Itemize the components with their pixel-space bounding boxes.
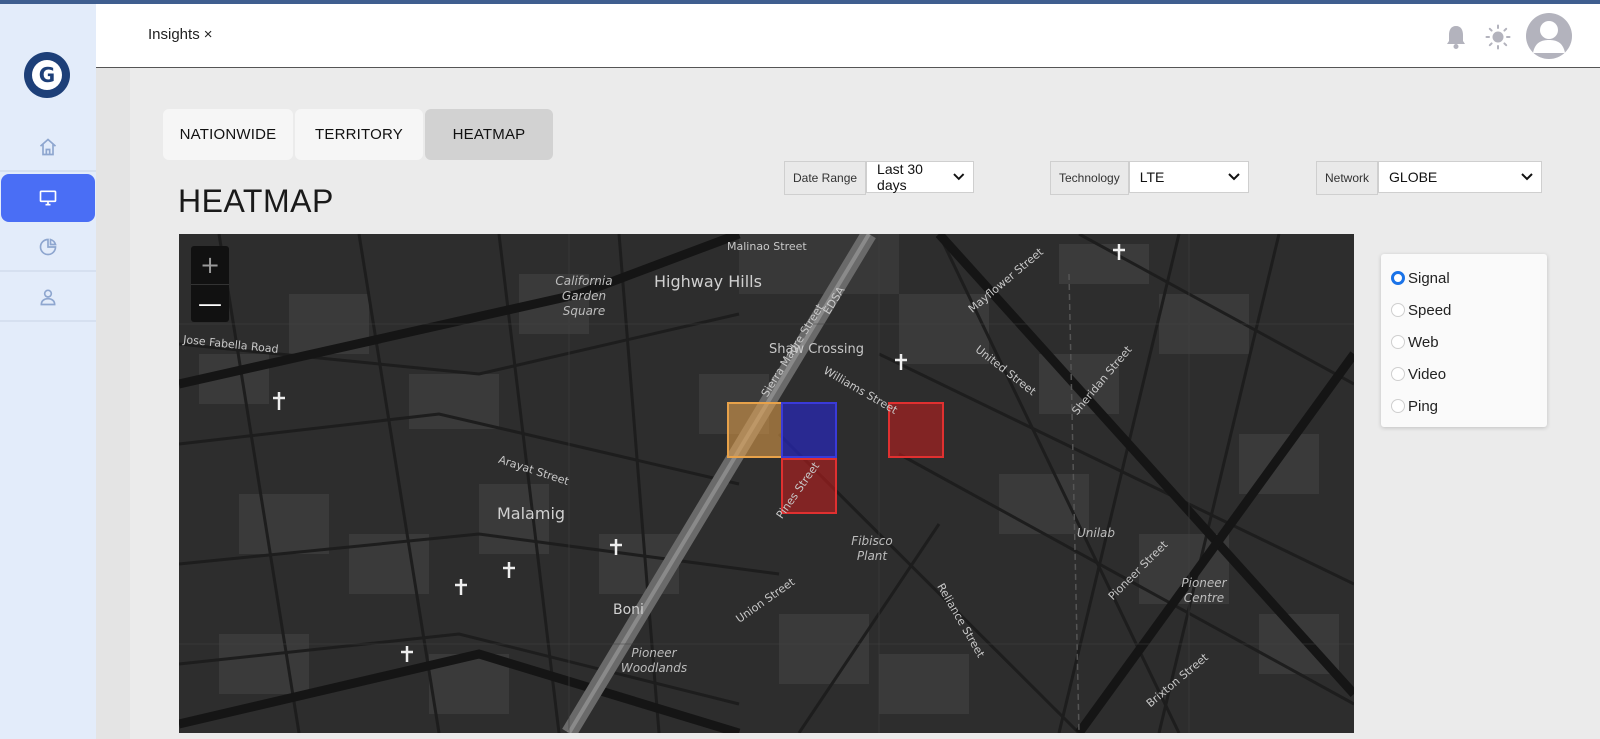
radio-signal[interactable] (1391, 271, 1405, 285)
map-label-pioneer-centre: Pioneer Centre (1181, 576, 1227, 605)
bell-icon[interactable] (1444, 24, 1468, 50)
app-logo[interactable]: G (24, 52, 70, 98)
metric-label-web: Web (1408, 333, 1439, 351)
content-gutter (96, 68, 130, 739)
logo-glyph: G (32, 60, 62, 90)
map-label-pioneer-woodlands: Pioneer Woodlands (620, 646, 688, 675)
heatmap-cell-orange[interactable] (727, 402, 783, 458)
tab-heatmap[interactable]: HEATMAP (425, 109, 553, 160)
sidebar-item-monitor[interactable] (1, 174, 95, 222)
sidebar-item-user[interactable] (0, 274, 96, 322)
map-label-highway-hills: Highway Hills (654, 272, 762, 291)
metric-option-web[interactable]: Web (1391, 326, 1537, 358)
date-range-value: Last 30 days (877, 161, 923, 193)
heatmap-map[interactable]: Highway Hills Malamig Boni Shaw Crossing… (179, 234, 1354, 733)
date-range-filter: Date Range Last 30 days (784, 161, 975, 195)
sidebar: G (0, 4, 96, 739)
zoom-in-button[interactable]: + (191, 246, 229, 284)
user-icon (40, 289, 56, 306)
chevron-down-icon (953, 173, 965, 181)
metric-option-speed[interactable]: Speed (1391, 294, 1537, 326)
metric-option-signal[interactable]: Signal (1391, 262, 1537, 294)
zoom-out-button[interactable]: — (191, 284, 229, 322)
map-label-unilab: Unilab (1077, 526, 1116, 540)
metric-label-speed: Speed (1408, 301, 1452, 319)
map-zoom-control: + — (191, 246, 229, 322)
date-range-select[interactable]: Last 30 days (866, 161, 975, 193)
metric-label-video: Video (1408, 365, 1447, 383)
top-header: Insights × (96, 4, 1600, 68)
sun-icon[interactable] (1485, 24, 1511, 50)
network-label: Network (1316, 161, 1379, 195)
technology-value: LTE (1139, 169, 1165, 185)
network-value: GLOBE (1389, 169, 1438, 185)
sidebar-item-home[interactable] (0, 124, 96, 172)
metric-label-ping: Ping (1408, 397, 1439, 415)
technology-select[interactable]: LTE (1128, 161, 1249, 193)
radio-web[interactable] (1391, 335, 1405, 349)
monitor-icon (39, 190, 57, 206)
metric-selector: Signal Speed Web Video Ping (1381, 254, 1547, 427)
heatmap-cell-blue[interactable] (781, 402, 837, 458)
metric-option-video[interactable]: Video (1391, 358, 1537, 390)
metric-option-ping[interactable]: Ping (1391, 390, 1537, 422)
technology-filter: Technology LTE (1050, 161, 1249, 195)
insights-tab-label: Insights (148, 26, 200, 43)
pie-chart-icon (39, 238, 57, 256)
map-label-fibisco: Fibisco Plant (851, 534, 893, 563)
technology-label: Technology (1050, 161, 1129, 195)
view-tabs: NATIONWIDE TERRITORY HEATMAP (163, 109, 555, 160)
tab-territory[interactable]: TERRITORY (295, 109, 423, 160)
radio-speed[interactable] (1391, 303, 1405, 317)
user-avatar-icon (1533, 21, 1565, 53)
home-icon (39, 138, 57, 156)
sidebar-item-analytics[interactable] (0, 224, 96, 272)
metric-label-signal: Signal (1408, 269, 1450, 287)
radio-video[interactable] (1391, 367, 1405, 381)
radio-ping[interactable] (1391, 399, 1405, 413)
tab-nationwide[interactable]: NATIONWIDE (163, 109, 293, 160)
close-tab-button[interactable]: × (204, 26, 213, 43)
map-tiles (179, 234, 1354, 733)
chevron-down-icon (1228, 173, 1240, 181)
chevron-down-icon (1521, 173, 1533, 181)
date-range-label: Date Range (784, 161, 867, 195)
network-select[interactable]: GLOBE (1378, 161, 1543, 193)
map-label-california-garden: California Garden Square (555, 274, 613, 318)
map-label-boni: Boni (613, 602, 644, 618)
network-filter: Network GLOBE (1316, 161, 1543, 195)
avatar[interactable] (1526, 13, 1572, 59)
insights-tab[interactable]: Insights × (148, 26, 212, 43)
map-label-malinao: Malinao Street (727, 240, 807, 253)
map-label-malamig: Malamig (497, 504, 566, 523)
page-title: HEATMAP (178, 183, 334, 219)
